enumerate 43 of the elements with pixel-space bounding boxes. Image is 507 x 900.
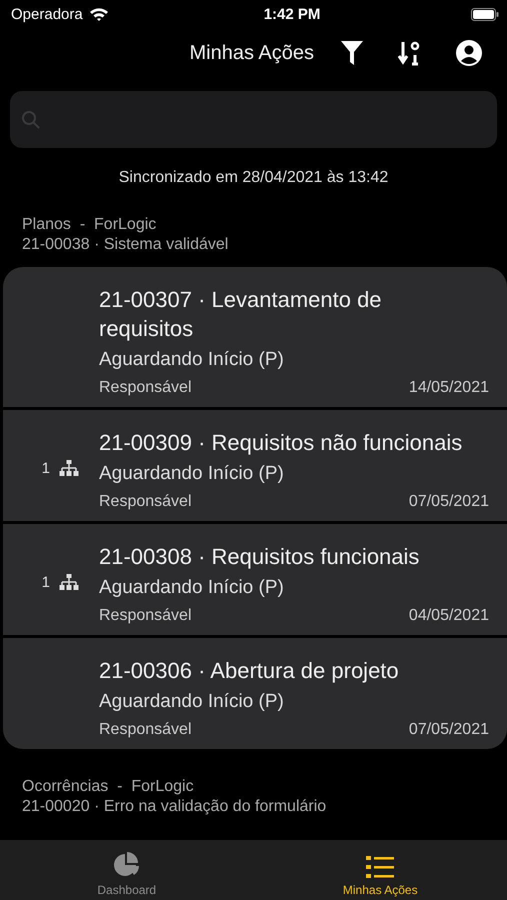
search-field[interactable] — [10, 91, 497, 148]
action-row[interactable]: 1 21-00308 · Requisitos funcionais Aguardando Início (P) Responsável 04/05/2021 — [3, 524, 507, 635]
sort-icon[interactable] — [398, 40, 422, 66]
action-title: 21-00309 · Requisitos não funcionais — [99, 429, 464, 457]
group-category: Planos - ForLogic — [21, 215, 158, 235]
subaction-count: 1 — [42, 460, 50, 476]
status-time: 1:42 PM — [264, 6, 322, 22]
action-row[interactable]: 21-00306 · Abertura de projeto Aguardando Início (P) Responsável 07/05/2021 — [3, 638, 507, 749]
action-date: 07/05/2021 — [408, 493, 489, 511]
action-title: 21-00307 · Levantamento de requisitos — [99, 286, 383, 343]
battery-icon — [471, 8, 499, 20]
action-role: Responsável — [99, 607, 192, 625]
action-status: Aguardando Início (P) — [99, 691, 285, 713]
wifi-icon — [88, 7, 109, 21]
group-subtitle: 21-00020 · Erro na validação do formulário — [21, 797, 328, 817]
tab-item[interactable]: Dashboard — [0, 840, 254, 900]
carrier-name: Operadora — [11, 6, 83, 22]
action-status: Aguardando Início (P) — [99, 577, 285, 599]
subaction-count: 1 — [42, 574, 50, 590]
action-title: 21-00308 · Requisitos funcionais — [99, 543, 420, 571]
account-icon[interactable] — [456, 40, 482, 66]
search-icon — [21, 110, 41, 130]
action-role: Responsável — [99, 379, 192, 397]
action-date: 07/05/2021 — [408, 721, 489, 739]
tab-item[interactable]: Minhas Ações — [254, 840, 507, 900]
list-icon — [366, 855, 394, 879]
action-row[interactable]: 21-00307 · Levantamento de requisitos Aguardando Início (P) Responsável 14/05/2021 — [3, 267, 507, 407]
action-row[interactable]: 1 21-00309 · Requisitos não funcionais Aguardando Início (P) Responsável 07/05/2021 — [3, 410, 507, 521]
action-date: 04/05/2021 — [408, 607, 489, 625]
screen-title: Minhas Ações — [189, 42, 314, 64]
hierarchy-icon — [59, 460, 79, 476]
group-subtitle: 21-00038 · Sistema validável — [21, 235, 230, 255]
action-title: 21-00306 · Abertura de projeto — [99, 657, 400, 685]
group-category: Ocorrências - ForLogic — [21, 777, 195, 797]
filter-icon[interactable] — [340, 40, 364, 66]
sync-status: Sincronizado em 28/04/2021 às 13:42 — [118, 169, 390, 187]
action-role: Responsável — [99, 721, 192, 739]
action-date: 14/05/2021 — [408, 379, 489, 397]
action-status: Aguardando Início (P) — [99, 349, 285, 371]
action-status: Aguardando Início (P) — [99, 463, 285, 485]
pie-chart-icon — [112, 851, 141, 879]
action-role: Responsável — [99, 493, 192, 511]
hierarchy-icon — [59, 574, 79, 590]
